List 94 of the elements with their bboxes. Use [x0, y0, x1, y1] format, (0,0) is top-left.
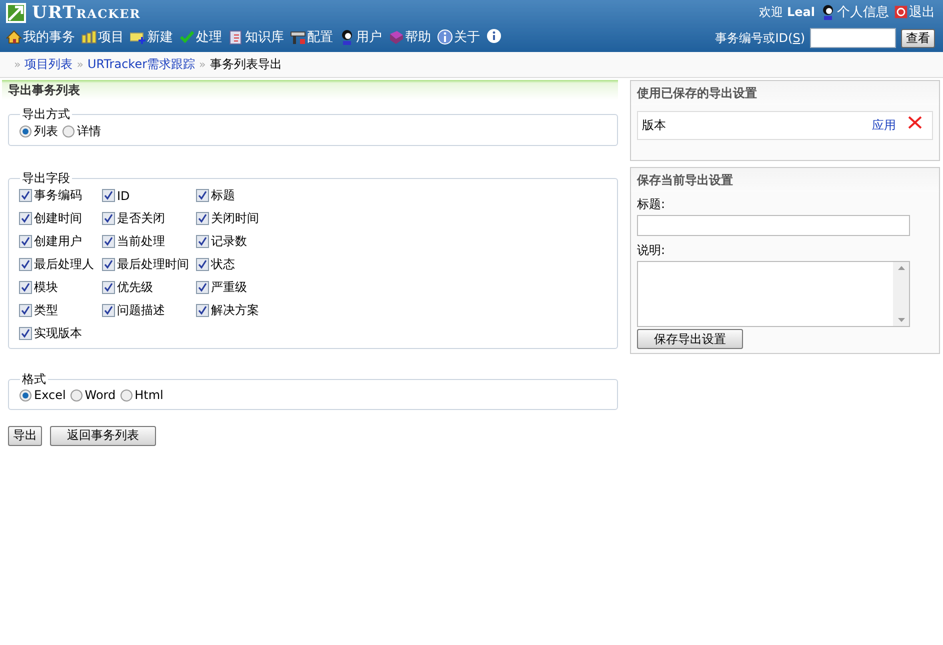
checkbox[interactable]	[19, 212, 32, 225]
field-label: 实现版本	[34, 325, 82, 342]
info-icon	[437, 29, 453, 45]
checkbox[interactable]	[19, 258, 32, 271]
checkbox[interactable]	[102, 281, 115, 294]
blocks-icon	[81, 29, 97, 45]
tools-icon	[290, 29, 306, 45]
checkbox[interactable]	[196, 235, 209, 248]
field-label: 模块	[34, 279, 58, 296]
field-label: 最后处理时间	[117, 256, 189, 273]
breadcrumb-current: 事务列表导出	[210, 56, 282, 73]
option-label: 列表	[34, 123, 58, 140]
field-label: 说明:	[637, 242, 666, 259]
field-label: 类型	[34, 302, 58, 319]
checkbox[interactable]	[102, 212, 115, 225]
checkbox[interactable]	[196, 189, 209, 202]
checkbox[interactable]	[19, 281, 32, 294]
breadcrumb-separator: »	[14, 58, 21, 71]
field-label: 当前处理	[117, 233, 165, 250]
checkbox[interactable]	[102, 304, 115, 317]
checkbox[interactable]	[19, 235, 32, 248]
app-logo-text: URTracker	[32, 3, 141, 23]
field-label: 优先级	[117, 279, 153, 296]
breadcrumb-link[interactable]: 项目列表	[24, 56, 73, 73]
nav-link[interactable]: 项目	[81, 28, 124, 46]
person-icon	[339, 29, 355, 45]
nav-link[interactable]: 用户	[339, 28, 382, 46]
checkbox[interactable]	[196, 281, 209, 294]
view-button[interactable]: 查看	[901, 28, 935, 48]
field-label: 创建时间	[34, 210, 82, 227]
field-label: 最后处理人	[34, 256, 94, 273]
field-label: 状态	[211, 256, 235, 273]
checkbox[interactable]	[102, 189, 115, 202]
delete-icon[interactable]	[908, 116, 922, 129]
radio-button[interactable]	[19, 388, 32, 402]
breadcrumb-separator: »	[76, 58, 84, 71]
nav-link[interactable]: 配置	[290, 28, 333, 46]
house-icon	[6, 29, 22, 45]
apply-link[interactable]: 应用	[872, 117, 896, 134]
title-field[interactable]	[637, 215, 910, 236]
breadcrumb-separator: »	[199, 58, 206, 71]
welcome-text: 欢迎 Leal	[759, 4, 815, 20]
checkbox[interactable]	[19, 304, 32, 317]
field-label: 事务编码	[34, 187, 82, 204]
field-label: 记录数	[211, 233, 247, 250]
option-label: 详情	[77, 123, 101, 140]
checkbox[interactable]	[196, 304, 209, 317]
nav-link[interactable]: 关于	[437, 28, 480, 46]
checkmark-icon	[179, 29, 195, 45]
radio-button[interactable]	[19, 125, 32, 138]
checkbox[interactable]	[19, 327, 32, 340]
power-icon	[894, 5, 908, 19]
profile-link[interactable]: 个人信息	[820, 3, 889, 21]
checkbox[interactable]	[102, 258, 115, 271]
field-label: 是否关闭	[117, 210, 165, 227]
nav-link[interactable]: 我的事务	[6, 28, 75, 46]
field-label: 关闭时间	[211, 210, 259, 227]
nav-link[interactable]: 帮助	[388, 28, 431, 46]
checkbox[interactable]	[196, 212, 209, 225]
breadcrumb-link[interactable]: URTracker需求跟踪	[87, 56, 196, 73]
issue-id-field[interactable]	[810, 28, 896, 48]
radio-button[interactable]	[62, 125, 75, 138]
radio-button[interactable]	[120, 388, 133, 402]
search-label: 事务编号或ID(S)	[715, 30, 805, 46]
fieldset-legend: 导出字段	[20, 170, 72, 187]
option-label: Word	[84, 388, 116, 402]
checkbox[interactable]	[196, 258, 209, 271]
nav-link[interactable]: 处理	[179, 28, 222, 46]
checkbox[interactable]	[102, 235, 115, 248]
back-button[interactable]: 返回事务列表	[50, 426, 156, 446]
description-field[interactable]	[637, 261, 910, 327]
field-label: ID	[117, 188, 130, 202]
nav-link[interactable]: 新建	[130, 28, 173, 46]
option-label: Html	[134, 388, 164, 402]
checkbox[interactable]	[19, 189, 32, 202]
logout-link[interactable]: 退出	[894, 3, 935, 21]
field-label: 问题描述	[117, 302, 165, 319]
field-label: 创建用户	[34, 233, 82, 250]
save-settings-button[interactable]: 保存导出设置	[637, 329, 743, 349]
logo-icon	[6, 3, 26, 23]
person-icon	[820, 4, 836, 20]
fieldset-legend: 格式	[20, 371, 48, 388]
field-label: 解决方案	[211, 302, 259, 319]
option-label: Excel	[34, 388, 66, 402]
field-label: 严重级	[211, 279, 247, 296]
section-title: 导出事务列表	[2, 80, 618, 100]
export-button[interactable]: 导出	[8, 426, 42, 446]
info-icon[interactable]	[486, 29, 502, 45]
nav-link[interactable]: 知识库	[228, 28, 284, 46]
setting-name: 版本	[642, 117, 667, 134]
fieldset-legend: 导出方式	[20, 106, 72, 123]
radio-button[interactable]	[70, 388, 83, 402]
field-label: 标题:	[637, 196, 666, 213]
field-label: 标题	[211, 187, 235, 204]
